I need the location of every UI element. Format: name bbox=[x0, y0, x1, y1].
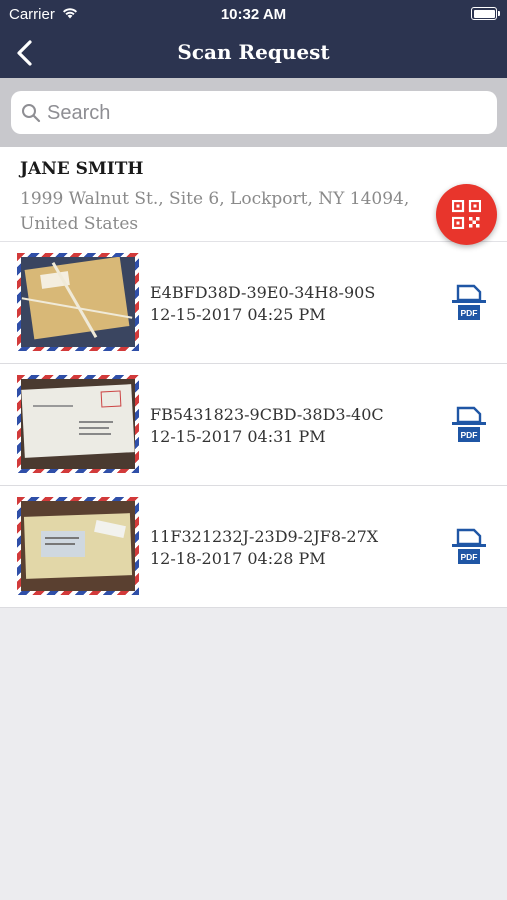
scan-date: 12-15-2017 04:31 PM bbox=[150, 427, 326, 446]
customer-header: JANE SMITH 1999 Walnut St., Site 6, Lock… bbox=[0, 147, 507, 242]
scan-id: FB5431823-9CBD-38D3-40C bbox=[150, 405, 384, 424]
search-bar bbox=[0, 78, 507, 147]
search-icon bbox=[22, 104, 41, 123]
navigation-bar: Scan Request bbox=[0, 28, 507, 78]
pdf-file-icon[interactable]: PDF bbox=[451, 406, 487, 444]
status-bar: Carrier 10:32 AM bbox=[0, 0, 507, 28]
battery-icon bbox=[471, 7, 500, 20]
envelope-thumbnail bbox=[17, 497, 139, 595]
customer-address: 1999 Walnut St., Site 6, Lockport, NY 14… bbox=[20, 189, 410, 234]
pdf-file-icon[interactable]: PDF bbox=[451, 284, 487, 322]
status-time: 10:32 AM bbox=[220, 6, 287, 23]
page-title: Scan Request bbox=[177, 40, 330, 64]
scan-list: E4BFD38D-39E0-34H8-90S 12-15-2017 04:25 … bbox=[0, 242, 507, 608]
pdf-label: PDF bbox=[461, 430, 478, 440]
list-item[interactable]: FB5431823-9CBD-38D3-40C 12-15-2017 04:31… bbox=[0, 364, 507, 486]
envelope-thumbnail bbox=[17, 253, 139, 351]
pdf-label: PDF bbox=[461, 308, 478, 318]
search-box[interactable] bbox=[11, 91, 497, 136]
customer-name: JANE SMITH bbox=[20, 159, 144, 179]
scan-date: 12-18-2017 04:28 PM bbox=[150, 549, 326, 568]
qr-scan-button[interactable] bbox=[436, 184, 497, 245]
pdf-label: PDF bbox=[461, 552, 478, 562]
search-input[interactable] bbox=[45, 91, 489, 136]
scan-id: E4BFD38D-39E0-34H8-90S bbox=[150, 283, 376, 302]
pdf-file-icon[interactable]: PDF bbox=[451, 528, 487, 566]
qr-scan-icon bbox=[452, 200, 481, 229]
list-item[interactable]: E4BFD38D-39E0-34H8-90S 12-15-2017 04:25 … bbox=[0, 242, 507, 364]
scan-id: 11F321232J-23D9-2JF8-27X bbox=[150, 527, 379, 546]
list-item[interactable]: 11F321232J-23D9-2JF8-27X 12-18-2017 04:2… bbox=[0, 486, 507, 608]
envelope-thumbnail bbox=[17, 375, 139, 473]
scan-date: 12-15-2017 04:25 PM bbox=[150, 305, 326, 324]
